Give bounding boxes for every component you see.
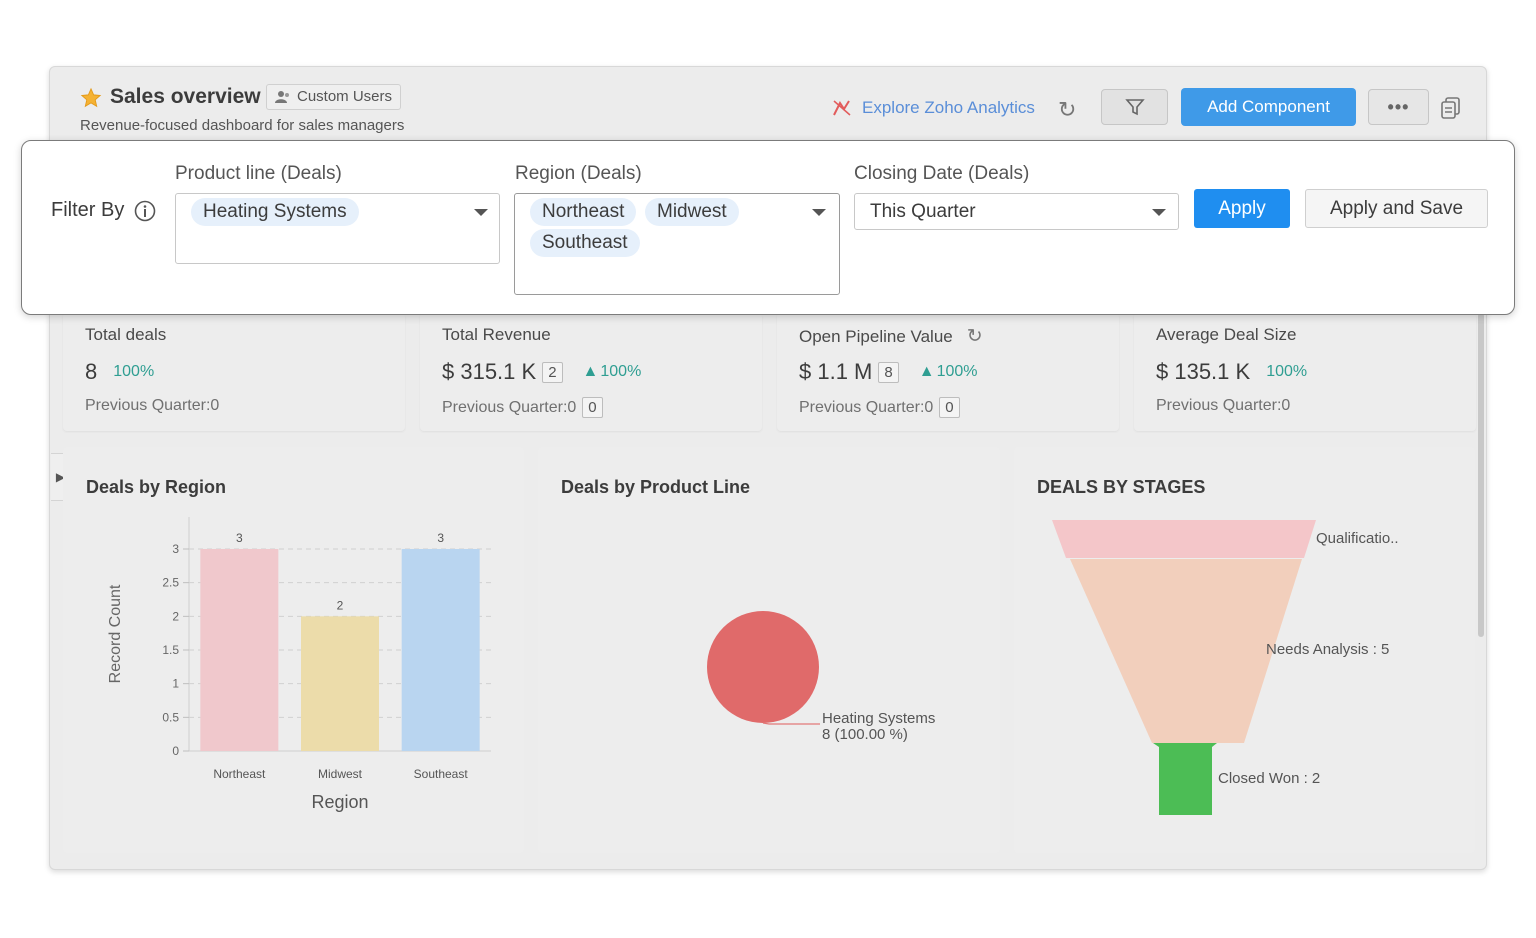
panel-deals-by-product-line: Deals by Product Line Heating Systems 8 (… [538,447,1000,853]
bar-data-label: 2 [337,598,344,612]
favorite-star-icon[interactable] [80,87,102,109]
x-tick-label: Southeast [414,767,469,781]
pie-slice-heating-systems [707,611,819,723]
info-icon[interactable] [134,200,156,222]
bar-data-label: 3 [236,531,243,545]
explore-label: Explore Zoho Analytics [862,98,1035,117]
kpi-title: Total deals [85,325,167,344]
kpi-open-pipeline[interactable]: Open Pipeline Value ↻ $ 1.1 M 8 ▲ 100% P… [777,313,1119,431]
kpi-previous: Previous Quarter:0 [1156,397,1291,414]
panel-deals-by-region: Deals by Region 0 0.5 1 1.5 2 2.5 3 Record Coun… [63,447,524,853]
filter-panel: Filter By Product line (Deals) Heating S… [21,140,1515,315]
users-icon [275,91,289,103]
filter-button[interactable] [1101,89,1168,125]
closing-date-select[interactable]: This Quarter [854,193,1179,230]
x-tick-label: Midwest [318,767,363,781]
kpi-title: Open Pipeline Value [799,326,953,346]
more-options-button[interactable]: ••• [1368,89,1429,125]
refresh-icon[interactable]: ↻ [1058,97,1076,123]
kpi-change: 100% [113,363,155,380]
dashboard-title: Sales overview [110,85,261,108]
region-label: Region (Deals) [515,163,642,184]
panel-deals-by-stages: DEALS BY STAGES Qualificatio.. Needs Anal… [1014,447,1475,853]
y-tick-label: 0 [172,744,179,758]
x-tick-label: Northeast [213,767,266,781]
kpi-previous: Previous Quarter:0 [442,398,577,416]
kpi-title: Total Revenue [442,325,551,344]
pie-label: Heating Systems [822,710,935,727]
kpi-previous: Previous Quarter:0 [85,397,220,414]
kpi-change: 100% [1266,363,1308,380]
kpi-change-up-icon: ▲ [918,363,935,380]
bar-northeast [200,549,279,751]
kpi-count: 2 [542,361,563,383]
pie-value-label: 8 (100.00 %) [822,726,908,743]
kpi-total-revenue[interactable]: Total Revenue $ 315.1 K 2 ▲ 100% Previou… [420,313,762,431]
chip-northeast[interactable]: Northeast [530,198,637,226]
kpi-total-deals[interactable]: Total deals 8 100% Previous Quarter:0 [63,313,405,431]
y-axis-label: Record Count [107,584,124,683]
kpi-previous-count: 0 [939,397,960,418]
kpi-value: 8 [85,359,98,384]
custom-users-badge[interactable]: Custom Users [266,84,402,110]
x-axis-label: Region [311,792,368,812]
kpi-value: $ 315.1 K [442,359,537,384]
y-tick-label: 1 [172,677,179,691]
kpi-previous-count: 0 [582,397,603,418]
region-bar-chart: 0 0.5 1 1.5 2 2.5 3 Record Count 3 Northeast 2 Midw… [107,517,491,812]
product-line-select[interactable]: Heating Systems [175,193,500,264]
y-tick-label: 1.5 [162,643,179,657]
kpi-count: 8 [878,361,899,383]
pie-label-connector [762,722,820,725]
bar-southeast [401,549,480,751]
chip-southeast[interactable]: Southeast [530,229,640,257]
apply-and-save-button[interactable]: Apply and Save [1305,189,1488,228]
copy-icon[interactable] [1441,97,1461,119]
apply-button[interactable]: Apply [1194,189,1290,228]
y-tick-label: 2 [172,609,179,623]
explore-link[interactable]: Explore Zoho Analytics [832,98,1035,118]
kpi-value: $ 135.1 K [1156,359,1251,384]
y-tick-label: 2.5 [162,576,179,590]
closing-date-label: Closing Date (Deals) [854,163,1030,184]
kpi-title: Average Deal Size [1156,325,1297,344]
kpi-change: 100% [600,363,642,380]
custom-users-label: Custom Users [297,88,393,105]
chevron-down-icon[interactable] [812,209,826,216]
chip-heating-systems[interactable]: Heating Systems [191,198,359,226]
y-tick-label: 0.5 [162,710,179,724]
product-line-label: Product line (Deals) [175,163,342,184]
funnel-stage-qualification [1052,520,1316,558]
kpi-change: 100% [936,363,978,380]
y-tick-label: 3 [172,542,179,556]
add-component-button[interactable]: Add Component [1181,88,1356,126]
funnel-stage-label: Closed Won : 2 [1218,770,1320,787]
kpi-value: $ 1.1 M [799,359,873,384]
stages-funnel-chart: Qualificatio.. Needs Analysis : 5 Closed W… [1052,520,1399,815]
kpi-change-up-icon: ▲ [582,363,599,380]
bar-midwest [301,616,379,751]
filter-icon [1124,99,1145,116]
chevron-down-icon[interactable] [474,209,488,216]
refresh-icon[interactable]: ↻ [967,325,983,348]
kpi-previous: Previous Quarter:0 [799,398,934,416]
analytics-icon [833,100,851,116]
closing-date-value: This Quarter [870,201,976,222]
kpi-average-deal-size[interactable]: Average Deal Size $ 135.1 K 100% Previou… [1134,313,1476,431]
chevron-down-icon[interactable] [1152,209,1166,216]
funnel-stage-label: Needs Analysis : 5 [1266,641,1389,658]
region-select[interactable]: Northeast Midwest Southeast [514,193,840,295]
funnel-stage-closed-won [1153,743,1217,815]
dashboard-subtitle: Revenue-focused dashboard for sales mana… [80,117,405,134]
funnel-stage-label: Qualificatio.. [1316,530,1399,547]
chip-midwest[interactable]: Midwest [645,198,739,226]
filter-by-label: Filter By [51,199,125,221]
product-pie-chart: Heating Systems8 (100.00 %) [707,611,935,743]
scrollbar[interactable] [1478,313,1484,637]
bar-data-label: 3 [437,531,444,545]
